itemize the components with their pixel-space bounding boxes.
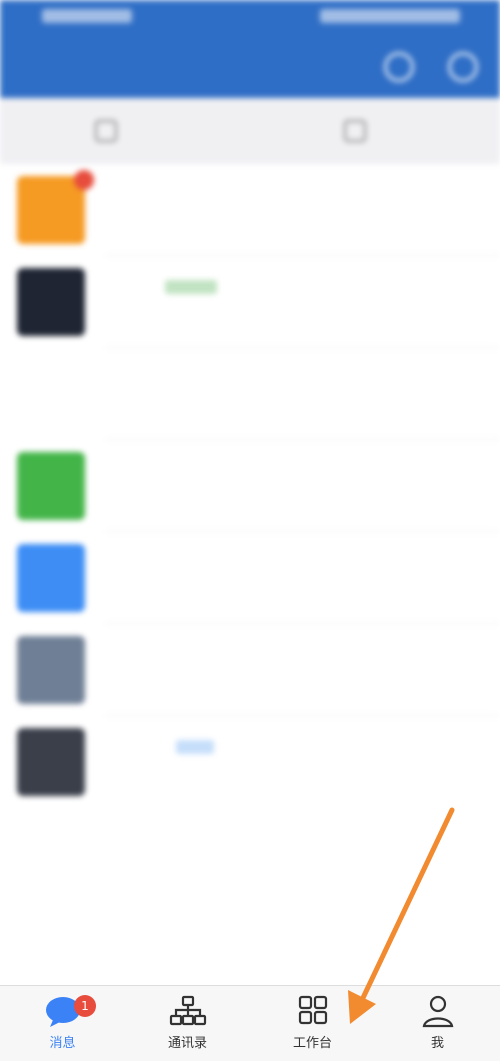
person-icon [422,995,453,1028]
conversation-avatar [17,728,85,796]
conversation-avatar [17,544,85,612]
status-bar-left [42,9,132,23]
tab-workbench[interactable]: 工作台 [250,986,375,1061]
conversation-item[interactable] [0,440,500,532]
status-bar-right [320,9,460,23]
tab-contacts[interactable]: 通讯录 [125,986,250,1061]
conversation-tag [165,280,217,294]
tab-messages[interactable]: 1 消息 [0,986,125,1061]
unread-badge [74,170,94,190]
conversation-avatar [17,268,85,336]
conversation-avatar [17,452,85,520]
conversation-item[interactable] [0,348,500,440]
conversation-item[interactable] [0,164,500,256]
unread-count-badge: 1 [74,995,96,1017]
message-toolbar [0,98,500,164]
toolbar-right-icon[interactable] [344,120,366,142]
search-icon[interactable] [384,52,414,82]
tab-me[interactable]: 我 [375,986,500,1061]
org-chart-icon [169,995,206,1026]
conversation-avatar [17,636,85,704]
app-header [0,38,500,98]
add-icon[interactable] [448,52,478,82]
conversation-item[interactable] [0,716,500,808]
conversation-item[interactable] [0,624,500,716]
blurred-content-area [0,0,500,985]
grid-icon [298,995,327,1025]
tab-label: 通讯录 [167,1036,207,1051]
conversation-avatar [17,360,85,428]
conversation-avatar [17,176,85,244]
toolbar-left-icon[interactable] [95,120,117,142]
tab-label: 工作台 [292,1036,332,1051]
conversation-tag [176,740,214,754]
tab-label: 消息 [49,1036,76,1051]
bottom-tab-bar: 1 消息 通讯录 工作台 我 [0,985,500,1061]
status-bar [0,0,500,38]
tab-label: 我 [430,1036,444,1051]
conversation-item[interactable] [0,532,500,624]
conversation-item[interactable] [0,256,500,348]
